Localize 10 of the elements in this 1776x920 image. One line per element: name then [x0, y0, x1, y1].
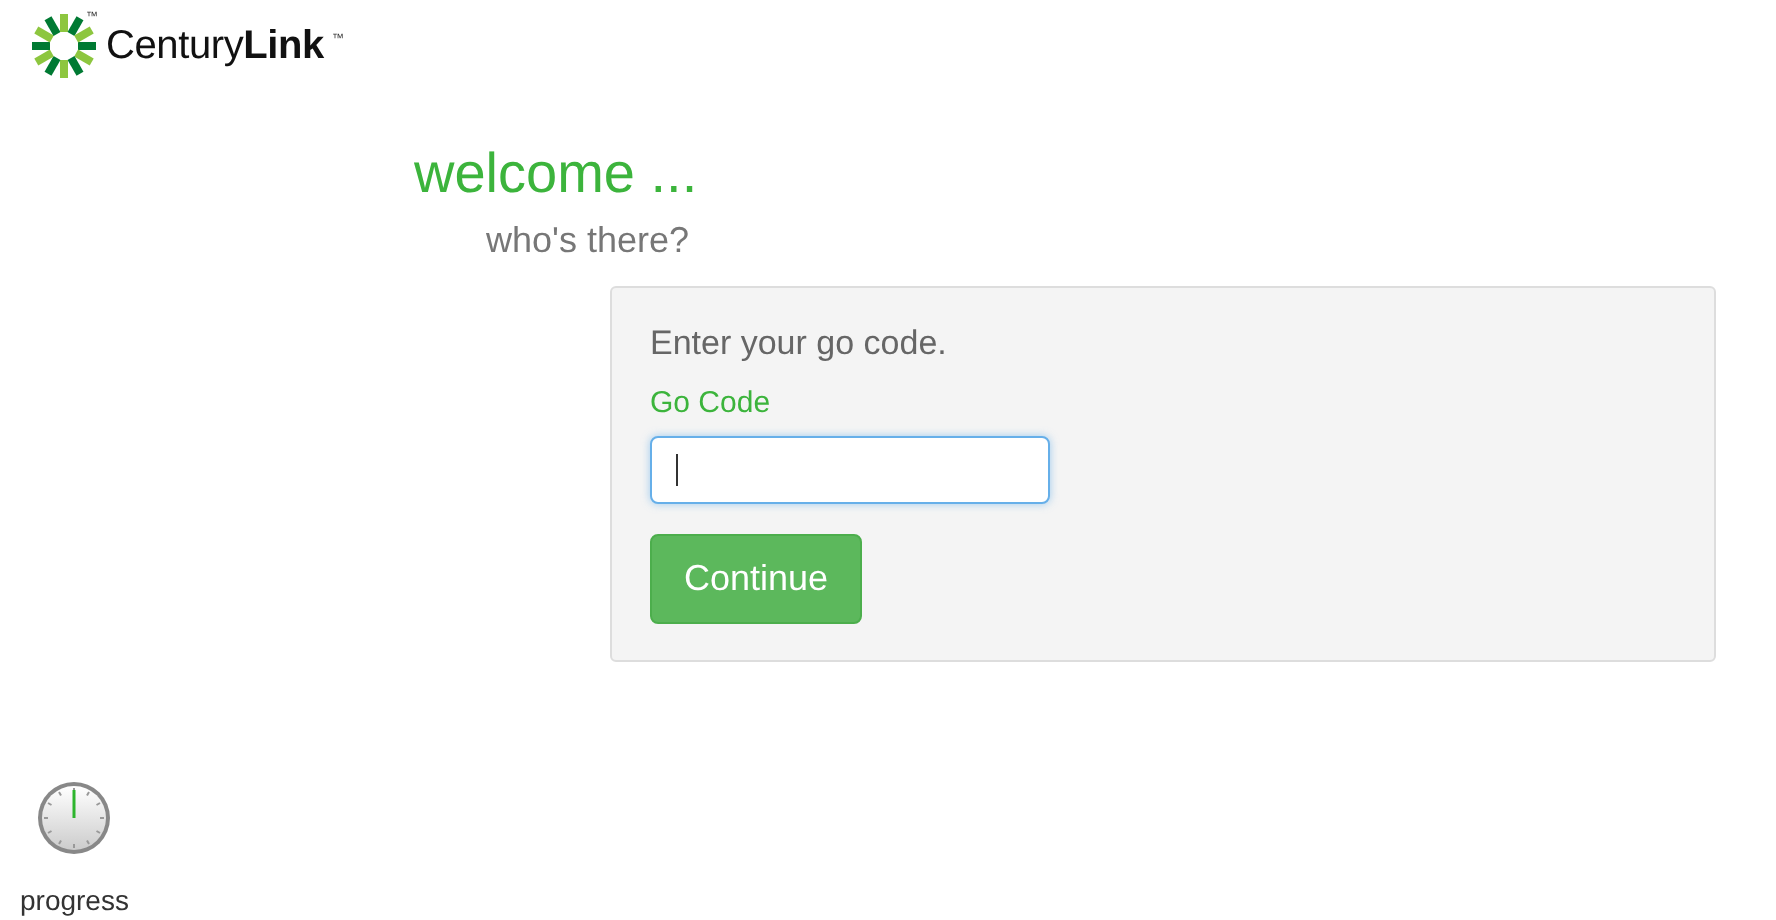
sunburst-logo-icon	[30, 12, 98, 80]
brand-name: CenturyLink	[106, 23, 324, 69]
go-code-field[interactable]	[650, 436, 1050, 504]
progress-label: progress	[20, 884, 129, 916]
form-prompt: Enter your go code.	[650, 324, 947, 364]
subheading: who's there?	[486, 220, 689, 262]
continue-button[interactable]: Continue	[650, 534, 863, 624]
field-label: Go Code	[650, 386, 771, 420]
welcome-heading: welcome ...	[414, 142, 698, 206]
clock-icon	[36, 780, 113, 856]
